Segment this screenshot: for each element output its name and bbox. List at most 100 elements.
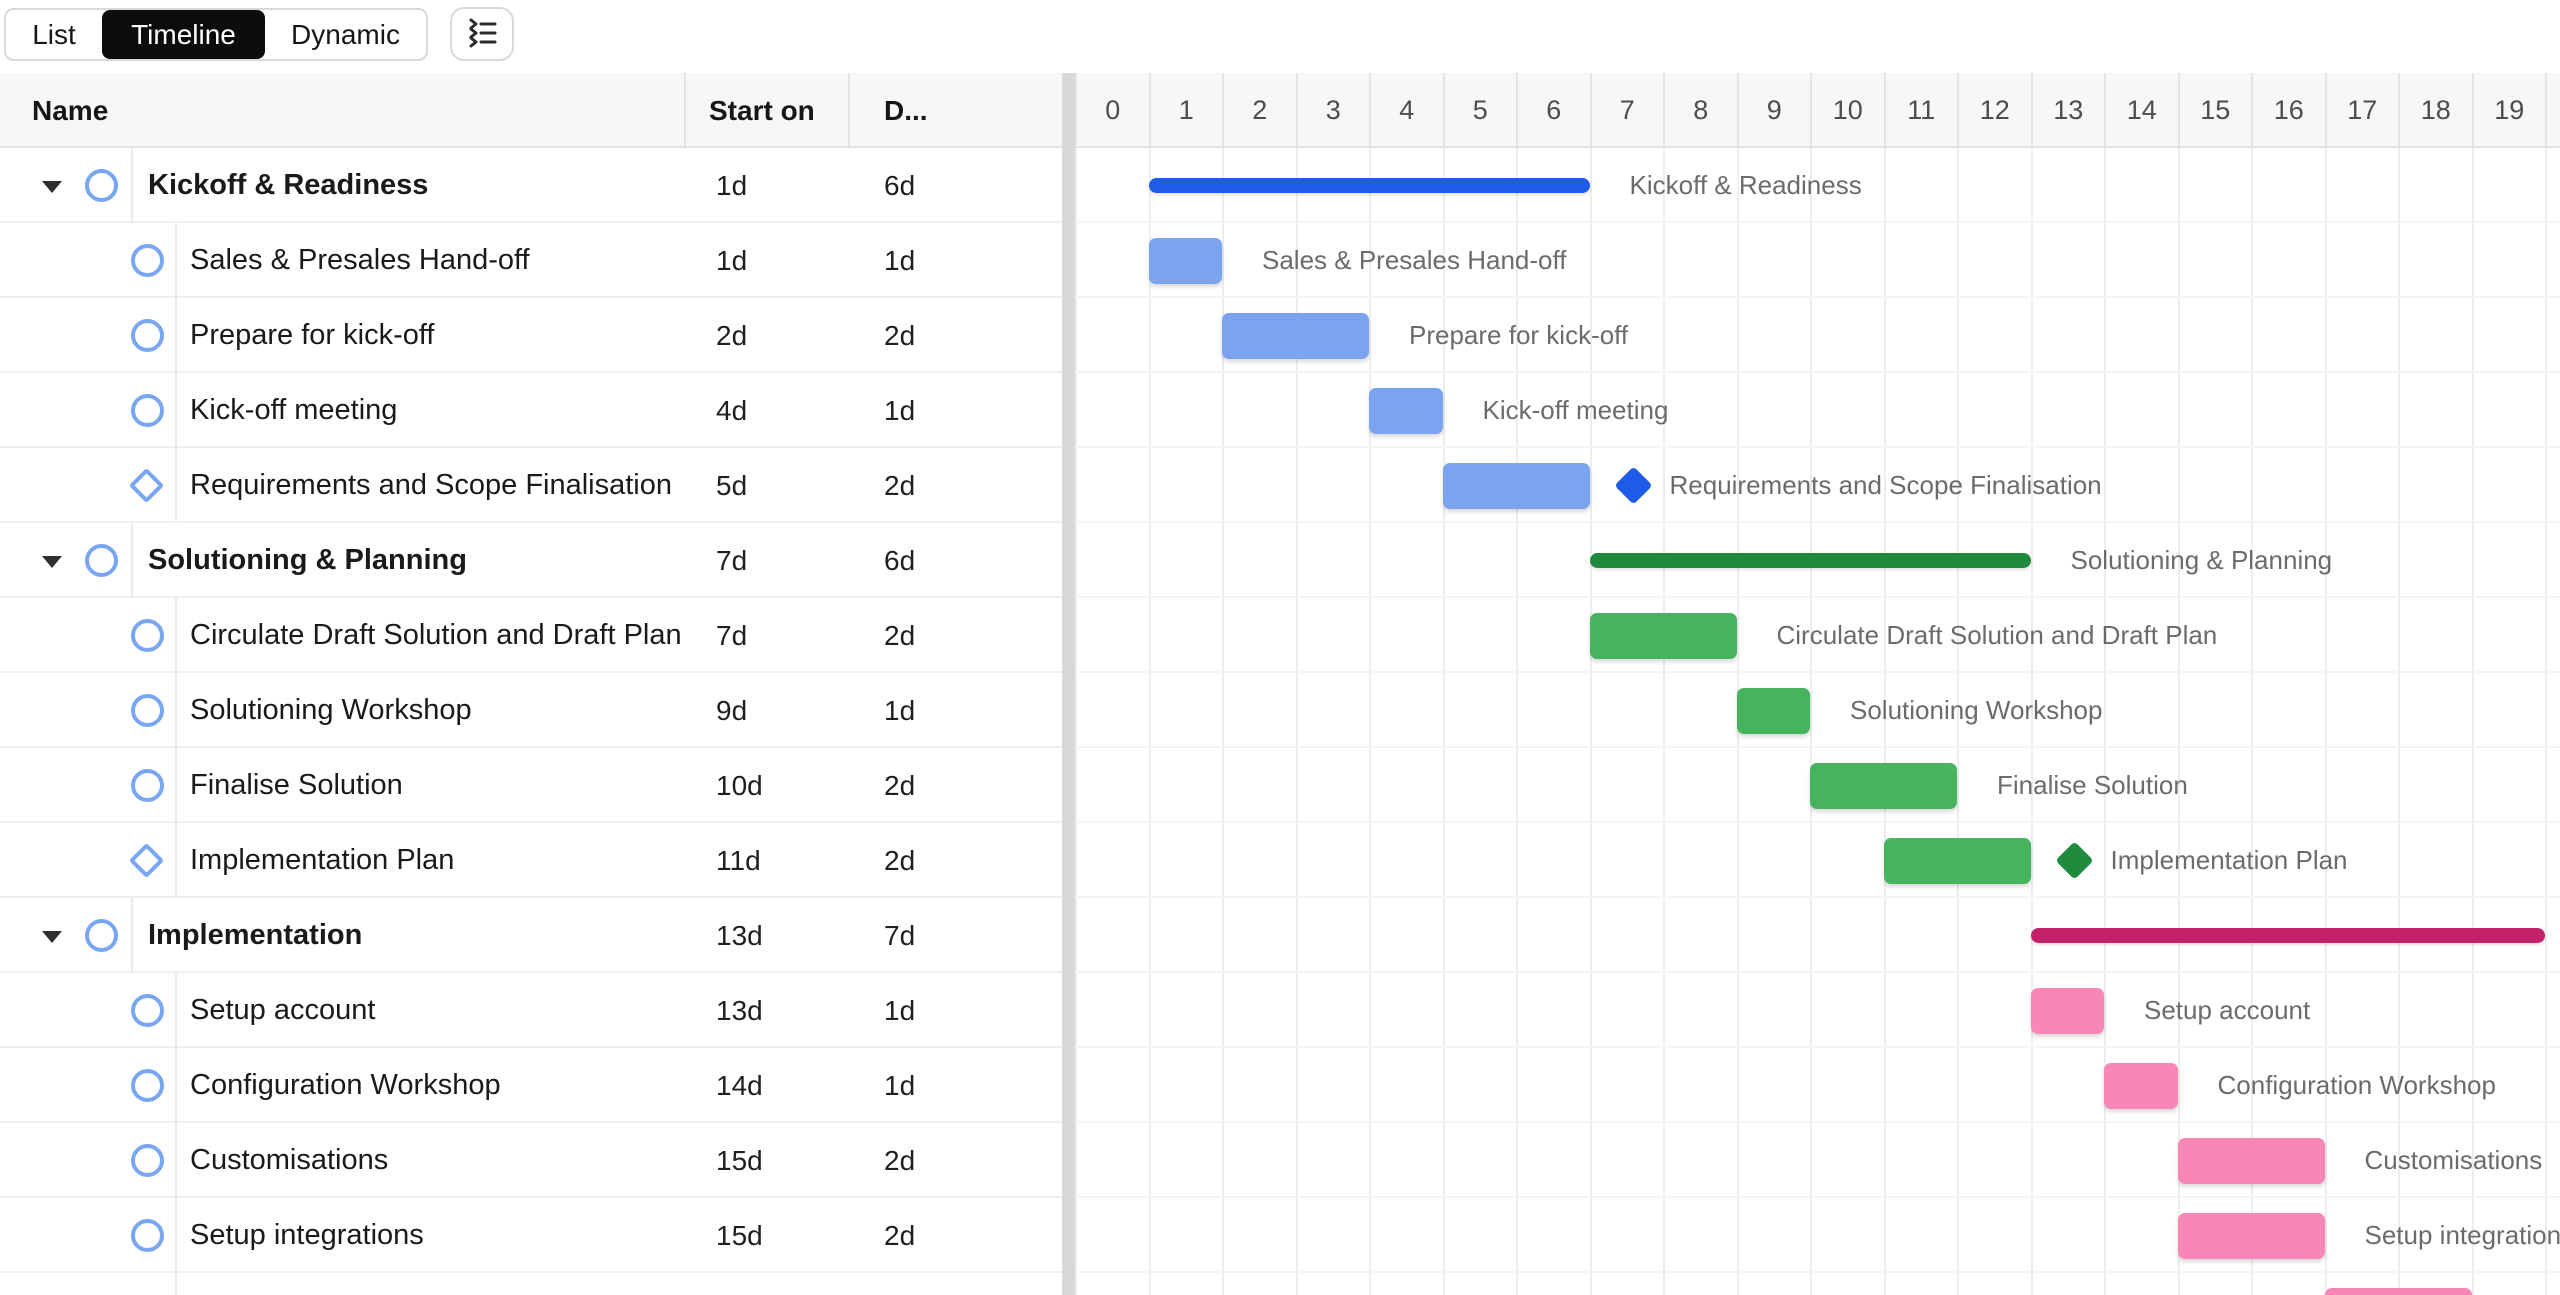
duration-value[interactable]: 2d	[884, 448, 915, 523]
duration-value[interactable]: 1d	[884, 673, 915, 748]
task-status-circle-icon[interactable]	[131, 319, 164, 352]
gantt-bar[interactable]	[2104, 1063, 2178, 1109]
table-row[interactable]: Setup integrations15d2d	[0, 1198, 1062, 1273]
milestone-diamond-icon[interactable]	[129, 468, 164, 503]
task-status-circle-icon[interactable]	[131, 769, 164, 802]
duration-value[interactable]: 2d	[884, 748, 915, 823]
start-on-value[interactable]: 1d	[716, 148, 747, 223]
gantt-bar-label: Solutioning Workshop	[1850, 673, 2102, 748]
start-on-value[interactable]: 14d	[716, 1048, 763, 1123]
duration-value[interactable]: 2d	[884, 298, 915, 373]
duration-value[interactable]: 2d	[884, 823, 915, 898]
start-on-value[interactable]: 7d	[716, 523, 747, 598]
start-on-value[interactable]: 13d	[716, 973, 763, 1048]
outline-list-button[interactable]	[450, 7, 514, 61]
day-header-cell: 11	[1884, 73, 1958, 148]
task-status-circle-icon[interactable]	[131, 994, 164, 1027]
task-status-circle-icon[interactable]	[131, 1144, 164, 1177]
table-header: Name Start on D...	[0, 73, 1062, 148]
task-status-circle-icon[interactable]	[85, 544, 118, 577]
task-status-circle-icon[interactable]	[131, 1219, 164, 1252]
indent-guide	[131, 898, 133, 973]
gantt-bar[interactable]	[1590, 613, 1737, 659]
duration-value[interactable]: 2d	[884, 598, 915, 673]
gantt-bar[interactable]	[2178, 1138, 2325, 1184]
indent-guide	[175, 1048, 177, 1123]
start-on-value[interactable]: 15d	[716, 1123, 763, 1198]
column-header-name[interactable]: Name	[32, 73, 108, 148]
start-on-value[interactable]: 11d	[716, 823, 761, 898]
day-header-cell: 18	[2398, 73, 2472, 148]
collapse-toggle-icon[interactable]	[42, 181, 62, 193]
day-header-cell: 16	[2251, 73, 2325, 148]
duration-value[interactable]: 2d	[884, 1123, 915, 1198]
gantt-bar[interactable]	[1810, 763, 1957, 809]
duration-value[interactable]: 1d	[884, 223, 915, 298]
collapse-toggle-icon[interactable]	[42, 931, 62, 943]
table-row[interactable]: Kick-off meeting4d1d	[0, 373, 1062, 448]
start-on-value[interactable]: 7d	[716, 598, 747, 673]
gantt-summary-bar[interactable]	[1590, 553, 2031, 568]
start-on-value[interactable]: 5d	[716, 448, 747, 523]
gantt-bar[interactable]	[2031, 988, 2105, 1034]
milestone-diamond-icon[interactable]	[129, 843, 164, 878]
gantt-bar[interactable]	[1443, 463, 1590, 509]
gantt-row: Prepare for kick-off	[1075, 298, 2560, 373]
duration-value[interactable]: 1d	[884, 1048, 915, 1123]
task-status-circle-icon[interactable]	[131, 1069, 164, 1102]
timeline-app: List Timeline Dynamic Name Start on D...…	[0, 0, 2560, 1295]
table-row[interactable]: Prepare for kick-off2d2d	[0, 298, 1062, 373]
task-status-circle-icon[interactable]	[131, 619, 164, 652]
gantt-bar[interactable]	[1369, 388, 1443, 434]
task-status-circle-icon[interactable]	[85, 919, 118, 952]
task-status-circle-icon[interactable]	[85, 169, 118, 202]
gantt-bar-label: Sales & Presales Hand-off	[1262, 223, 1566, 298]
table-row[interactable]: Circulate Draft Solution and Draft Plan7…	[0, 598, 1062, 673]
start-on-value[interactable]: 2d	[716, 298, 747, 373]
duration-value[interactable]: 1d	[884, 373, 915, 448]
duration-value[interactable]: 6d	[884, 148, 915, 223]
pane-resizer[interactable]	[1062, 73, 1075, 1295]
start-on-value[interactable]: 4d	[716, 373, 747, 448]
column-header-start-on[interactable]: Start on	[709, 73, 815, 148]
column-header-duration[interactable]: D...	[884, 73, 928, 148]
table-row[interactable]	[0, 1273, 1062, 1295]
tab-dynamic[interactable]: Dynamic	[265, 10, 426, 59]
start-on-value[interactable]: 1d	[716, 223, 747, 298]
tab-timeline[interactable]: Timeline	[102, 10, 265, 59]
start-on-value[interactable]: 9d	[716, 673, 747, 748]
gantt-bar[interactable]	[1737, 688, 1811, 734]
table-row[interactable]: Implementation Plan11d2d	[0, 823, 1062, 898]
duration-value[interactable]: 2d	[884, 1198, 915, 1273]
gantt-bar[interactable]	[1149, 238, 1223, 284]
table-row[interactable]: Setup account13d1d	[0, 973, 1062, 1048]
duration-value[interactable]: 1d	[884, 973, 915, 1048]
gantt-bar[interactable]	[2325, 1288, 2472, 1295]
start-on-value[interactable]: 15d	[716, 1198, 763, 1273]
start-on-value[interactable]: 10d	[716, 748, 763, 823]
table-row[interactable]: Kickoff & Readiness1d6d	[0, 148, 1062, 223]
table-row[interactable]: Sales & Presales Hand-off1d1d	[0, 223, 1062, 298]
collapse-toggle-icon[interactable]	[42, 556, 62, 568]
task-status-circle-icon[interactable]	[131, 394, 164, 427]
table-row[interactable]: Solutioning & Planning7d6d	[0, 523, 1062, 598]
table-row[interactable]: Implementation13d7d	[0, 898, 1062, 973]
table-row[interactable]: Customisations15d2d	[0, 1123, 1062, 1198]
gantt-bar[interactable]	[1222, 313, 1369, 359]
gantt-summary-bar[interactable]	[2031, 928, 2546, 943]
start-on-value[interactable]: 13d	[716, 898, 763, 973]
gantt-milestone-diamond[interactable]	[2055, 841, 2093, 879]
table-row[interactable]: Requirements and Scope Finalisation5d2d	[0, 448, 1062, 523]
gantt-bar[interactable]	[1884, 838, 2031, 884]
gantt-bar[interactable]	[2178, 1213, 2325, 1259]
table-row[interactable]: Configuration Workshop14d1d	[0, 1048, 1062, 1123]
duration-value[interactable]: 6d	[884, 523, 915, 598]
gantt-summary-bar[interactable]	[1149, 178, 1590, 193]
table-row[interactable]: Finalise Solution10d2d	[0, 748, 1062, 823]
task-status-circle-icon[interactable]	[131, 694, 164, 727]
gantt-milestone-diamond[interactable]	[1614, 466, 1652, 504]
table-row[interactable]: Solutioning Workshop9d1d	[0, 673, 1062, 748]
tab-list[interactable]: List	[6, 10, 102, 59]
duration-value[interactable]: 7d	[884, 898, 915, 973]
task-status-circle-icon[interactable]	[131, 244, 164, 277]
